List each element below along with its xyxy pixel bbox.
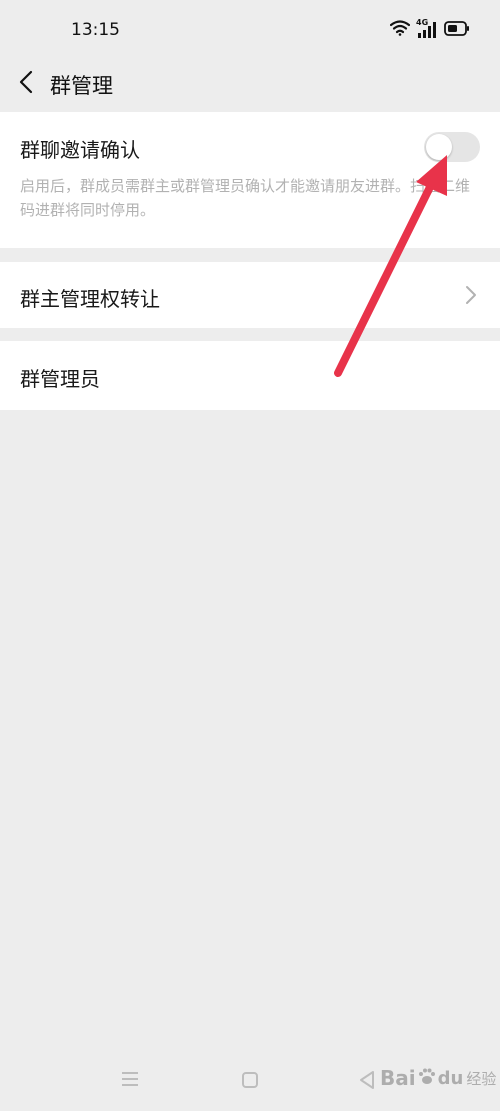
page-title: 群管理 bbox=[50, 74, 113, 98]
signal-icon: 4G bbox=[416, 18, 438, 39]
invite-confirm-description: 启用后，群成员需群主或群管理员确认才能邀请朋友进群。扫描二维码进群将同时停用。 bbox=[20, 177, 471, 219]
home-icon[interactable] bbox=[241, 1071, 259, 1093]
toggle-knob bbox=[426, 134, 452, 160]
chevron-left-icon bbox=[19, 70, 33, 98]
watermark-brand-cn: 经验 bbox=[466, 1069, 497, 1088]
admins-row[interactable]: 群管理员 bbox=[0, 341, 500, 410]
battery-icon bbox=[444, 20, 470, 40]
invite-confirm-label: 群聊邀请确认 bbox=[20, 138, 140, 162]
transfer-owner-row[interactable]: 群主管理权转让 bbox=[0, 262, 500, 328]
wifi-icon bbox=[389, 20, 411, 40]
back-triangle-icon[interactable] bbox=[358, 1070, 376, 1094]
paw-icon bbox=[417, 1066, 437, 1090]
invite-confirm-toggle[interactable] bbox=[424, 132, 480, 162]
baidu-watermark: Bai du 经验 bbox=[380, 1058, 500, 1098]
back-button[interactable] bbox=[12, 67, 40, 101]
status-bar: 13:15 4G bbox=[0, 0, 500, 62]
status-icons: 4G bbox=[389, 18, 470, 40]
status-time: 13:15 bbox=[71, 20, 120, 40]
watermark-brand-1: Bai bbox=[380, 1066, 416, 1090]
menu-icon[interactable] bbox=[120, 1070, 140, 1092]
watermark-brand-2: du bbox=[437, 1067, 464, 1089]
nav-bar: 群管理 bbox=[0, 62, 500, 108]
invite-confirm-card: 群聊邀请确认 启用后，群成员需群主或群管理员确认才能邀请朋友进群。扫描二维码进群… bbox=[0, 112, 500, 248]
admins-label: 群管理员 bbox=[20, 367, 100, 391]
transfer-owner-label: 群主管理权转让 bbox=[20, 287, 160, 311]
chevron-right-icon bbox=[464, 284, 478, 306]
